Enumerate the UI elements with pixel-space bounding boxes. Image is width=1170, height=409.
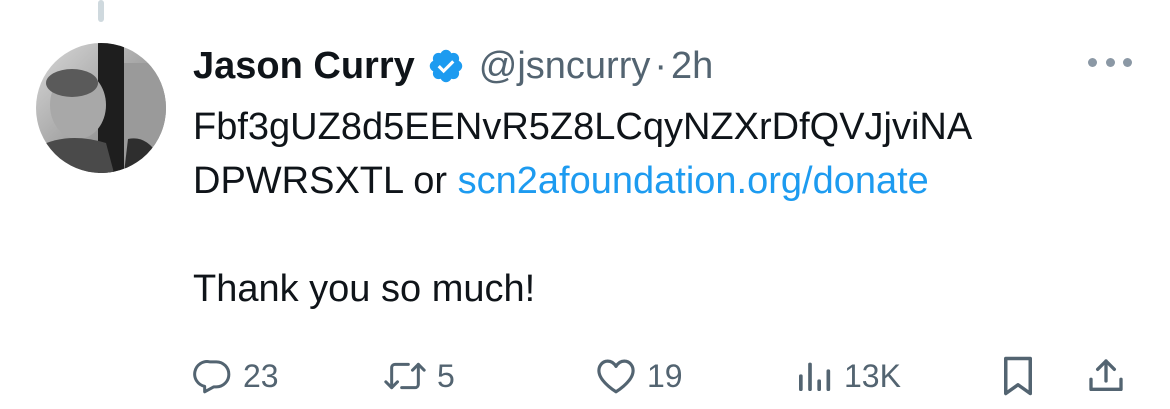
repost-button[interactable]: 5: [383, 348, 455, 404]
more-icon[interactable]: [1088, 47, 1132, 77]
reply-icon: [193, 356, 233, 396]
timestamp[interactable]: 2h: [671, 45, 713, 88]
thread-connector-line: [98, 0, 104, 22]
tweet-header: Jason Curry @jsncurry · 2h: [193, 38, 713, 94]
views-icon: [794, 356, 834, 396]
views-button[interactable]: 13K: [794, 348, 901, 404]
bookmark-icon: [999, 355, 1037, 397]
tweet-line-2-text: DPWRSXTL or: [193, 160, 458, 202]
retweet-icon: [383, 356, 427, 396]
reply-count: 23: [243, 357, 279, 394]
like-button[interactable]: 19: [595, 348, 683, 404]
separator-dot: ·: [654, 44, 667, 87]
tweet-line-2: DPWRSXTL or scn2afoundation.org/donate: [193, 154, 1153, 208]
tweet-text: Fbf3gUZ8d5EENvR5Z8LCqyNZXrDfQVJjviNA DPW…: [193, 100, 1153, 316]
reply-button[interactable]: 23: [193, 348, 279, 404]
action-bar: 23 5 19 13K: [193, 348, 1133, 404]
views-count: 13K: [844, 357, 901, 394]
share-icon: [1086, 355, 1126, 397]
bookmark-button[interactable]: [999, 348, 1037, 404]
like-count: 19: [647, 357, 683, 394]
author-name[interactable]: Jason Curry: [193, 45, 415, 88]
tweet-line-1: Fbf3gUZ8d5EENvR5Z8LCqyNZXrDfQVJjviNA: [193, 106, 973, 148]
tweet-line-3: Thank you so much!: [193, 268, 536, 310]
donate-link[interactable]: scn2afoundation.org/donate: [458, 160, 929, 202]
repost-count: 5: [437, 357, 455, 394]
share-button[interactable]: [1086, 348, 1126, 404]
avatar[interactable]: [36, 43, 166, 173]
verified-badge-icon: [427, 47, 465, 85]
author-handle[interactable]: @jsncurry: [479, 45, 651, 88]
heart-icon: [595, 356, 637, 396]
